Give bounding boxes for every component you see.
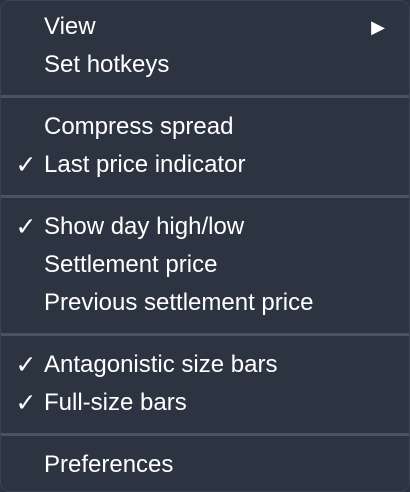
menu-item-label: Compress spread xyxy=(44,113,234,140)
menu-item-preferences[interactable]: Preferences xyxy=(1,446,409,484)
menu-item-label: Preferences xyxy=(44,451,174,478)
menu-item-label: Previous settlement price xyxy=(44,289,314,316)
menu-item-label: Full-size bars xyxy=(44,389,187,416)
menu-item-label: View xyxy=(44,13,96,40)
menu-item-settlement-price[interactable]: Settlement price xyxy=(1,246,409,284)
menu-item-last-price-indicator[interactable]: ✓ Last price indicator xyxy=(1,146,409,184)
menu-item-label: Settlement price xyxy=(44,251,218,278)
menu-item-antagonistic-size-bars[interactable]: ✓ Antagonistic size bars xyxy=(1,346,409,384)
menu-separator xyxy=(1,195,409,198)
menu-item-view[interactable]: View ▶ xyxy=(1,8,409,46)
menu-item-label: Antagonistic size bars xyxy=(44,351,278,378)
menu-item-label: Last price indicator xyxy=(44,151,246,178)
checkmark-icon: ✓ xyxy=(15,389,37,417)
context-menu: View ▶ Set hotkeys Compress spread ✓ Las… xyxy=(0,0,410,492)
menu-item-label: Set hotkeys xyxy=(44,51,170,78)
menu-item-set-hotkeys[interactable]: Set hotkeys xyxy=(1,46,409,84)
checkmark-icon: ✓ xyxy=(15,151,37,179)
menu-separator xyxy=(1,333,409,336)
checkmark-icon: ✓ xyxy=(15,213,37,241)
menu-item-compress-spread[interactable]: Compress spread xyxy=(1,108,409,146)
menu-separator xyxy=(1,95,409,98)
menu-separator xyxy=(1,433,409,436)
menu-item-label: Show day high/low xyxy=(44,213,245,240)
menu-item-previous-settlement-price[interactable]: Previous settlement price xyxy=(1,284,409,322)
submenu-arrow-icon: ▶ xyxy=(371,17,385,37)
menu-item-show-day-high-low[interactable]: ✓ Show day high/low xyxy=(1,208,409,246)
checkmark-icon: ✓ xyxy=(15,351,37,379)
menu-item-full-size-bars[interactable]: ✓ Full-size bars xyxy=(1,384,409,422)
